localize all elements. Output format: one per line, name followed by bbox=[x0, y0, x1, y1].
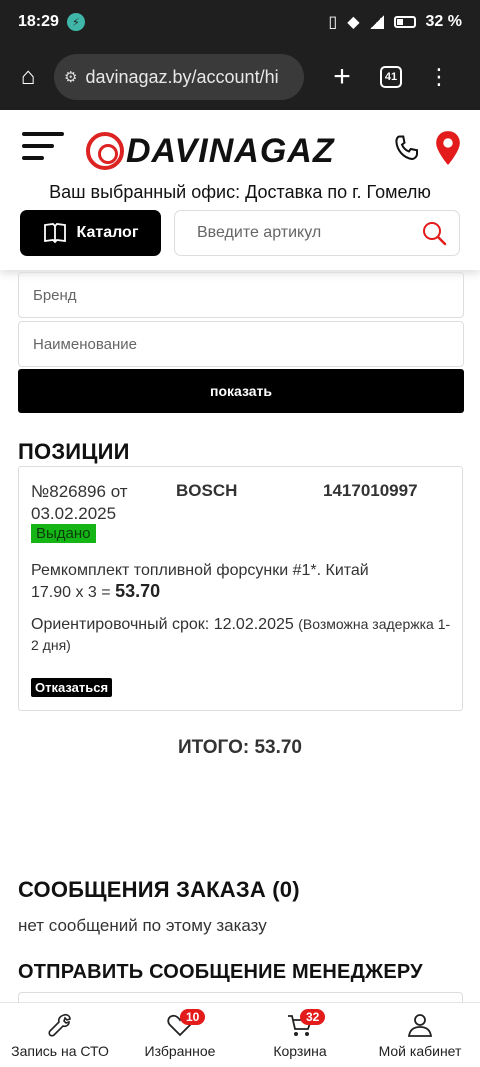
order-position-card: №826896 от 03.02.2025 BOSCH 1417010997 В… bbox=[18, 466, 463, 711]
site-settings-icon[interactable]: ⚙ bbox=[64, 68, 77, 86]
eta-label: Ориентировочный срок: 12.02.2025 bbox=[31, 616, 294, 633]
catalog-label: Каталог bbox=[76, 224, 139, 241]
battery-percent: 32 % bbox=[425, 13, 462, 30]
url-text: davinagaz.by/account/hi bbox=[85, 66, 279, 87]
nav-item-cart[interactable]: 32 Корзина bbox=[240, 1003, 360, 1067]
user-icon bbox=[407, 1014, 433, 1037]
location-pin-icon[interactable] bbox=[434, 130, 462, 166]
vibrate-icon: ▯ bbox=[328, 14, 338, 31]
clock: 18:29 bbox=[18, 13, 59, 30]
wheel-logo-icon bbox=[86, 132, 124, 170]
messages-title: СООБЩЕНИЯ ЗАКАЗА (0) bbox=[18, 877, 300, 902]
logo[interactable]: DAVINAGAZ bbox=[86, 126, 386, 176]
order-total: ИТОГО: 53.70 bbox=[177, 737, 303, 758]
position-sum: 53.70 bbox=[115, 581, 161, 601]
description-text: Ремкомплект топливной форсунки #1*. Кита… bbox=[31, 562, 369, 579]
name-field[interactable] bbox=[18, 321, 464, 367]
search-box[interactable] bbox=[174, 210, 460, 256]
home-icon[interactable]: ⌂ bbox=[12, 61, 44, 93]
menu-icon[interactable] bbox=[22, 132, 66, 168]
nav-label-account: Мой кабинет bbox=[378, 1043, 462, 1059]
show-button[interactable]: показать bbox=[18, 369, 464, 413]
site-header: DAVINAGAZ Ваш выбранный офис: Доставка п… bbox=[0, 110, 480, 270]
charging-icon: ⚡ bbox=[66, 13, 85, 31]
status-icons: ▯ ◆ 32 % bbox=[328, 12, 462, 32]
positions-title: ПОЗИЦИИ bbox=[18, 439, 130, 464]
bottom-nav: Запись на СТО 10 Избранное 32 Корзина Мо… bbox=[0, 1002, 480, 1067]
battery-icon bbox=[393, 16, 416, 28]
article-search-input[interactable] bbox=[197, 224, 421, 242]
phone-icon[interactable] bbox=[392, 134, 422, 164]
tab-switcher[interactable]: 41 bbox=[380, 66, 402, 88]
brand-field[interactable] bbox=[18, 272, 464, 318]
position-brand: BOSCH bbox=[176, 481, 238, 500]
catalog-button[interactable]: Каталог bbox=[20, 210, 161, 256]
book-icon bbox=[43, 223, 66, 244]
new-tab-icon[interactable]: + bbox=[324, 60, 360, 94]
price-calculation: 17.90 x 3 = bbox=[31, 584, 116, 601]
selected-office[interactable]: Ваш выбранный офис: Доставка по г. Гомел… bbox=[0, 182, 480, 203]
nav-label-favorites: Избранное bbox=[144, 1043, 216, 1059]
eta: Ориентировочный срок: 12.02.2025 (Возмож… bbox=[31, 614, 451, 656]
brand-input[interactable] bbox=[33, 286, 449, 304]
nav-item-service[interactable]: Запись на СТО bbox=[0, 1003, 120, 1067]
order-number: №826896 от 03.02.2025 bbox=[31, 482, 128, 523]
nav-label-cart: Корзина bbox=[273, 1043, 327, 1059]
search-icon[interactable] bbox=[421, 220, 447, 246]
address-bar[interactable]: ⚙ davinagaz.by/account/hi bbox=[54, 54, 304, 100]
wifi-icon: ◆ bbox=[347, 14, 360, 31]
logo-text: DAVINAGAZ bbox=[126, 131, 335, 170]
browser-toolbar: ⌂ ⚙ davinagaz.by/account/hi + 41 ⋮ bbox=[0, 44, 480, 110]
position-article: 1417010997 bbox=[323, 481, 418, 500]
status-badge: Выдано bbox=[31, 524, 96, 543]
nav-label-service: Запись на СТО bbox=[11, 1043, 109, 1059]
favorites-count-badge: 10 bbox=[180, 1009, 206, 1025]
send-message-title: ОТПРАВИТЬ СООБЩЕНИЕ МЕНЕДЖЕРУ bbox=[18, 961, 423, 983]
cart-count-badge: 32 bbox=[300, 1009, 326, 1025]
status-bar: 18:29 ⚡ ▯ ◆ 32 % bbox=[0, 0, 480, 44]
position-description: Ремкомплект топливной форсунки #1*. Кита… bbox=[31, 560, 451, 603]
name-input[interactable] bbox=[33, 335, 449, 353]
nav-item-favorites[interactable]: 10 Избранное bbox=[120, 1003, 240, 1067]
wrench-icon bbox=[48, 1013, 71, 1037]
nav-item-account[interactable]: Мой кабинет bbox=[360, 1003, 480, 1067]
refuse-button[interactable]: Отказаться bbox=[31, 678, 113, 697]
no-messages-text: нет сообщений по этому заказу bbox=[18, 916, 267, 935]
more-menu-icon[interactable]: ⋮ bbox=[428, 64, 450, 90]
signal-icon bbox=[369, 15, 384, 29]
